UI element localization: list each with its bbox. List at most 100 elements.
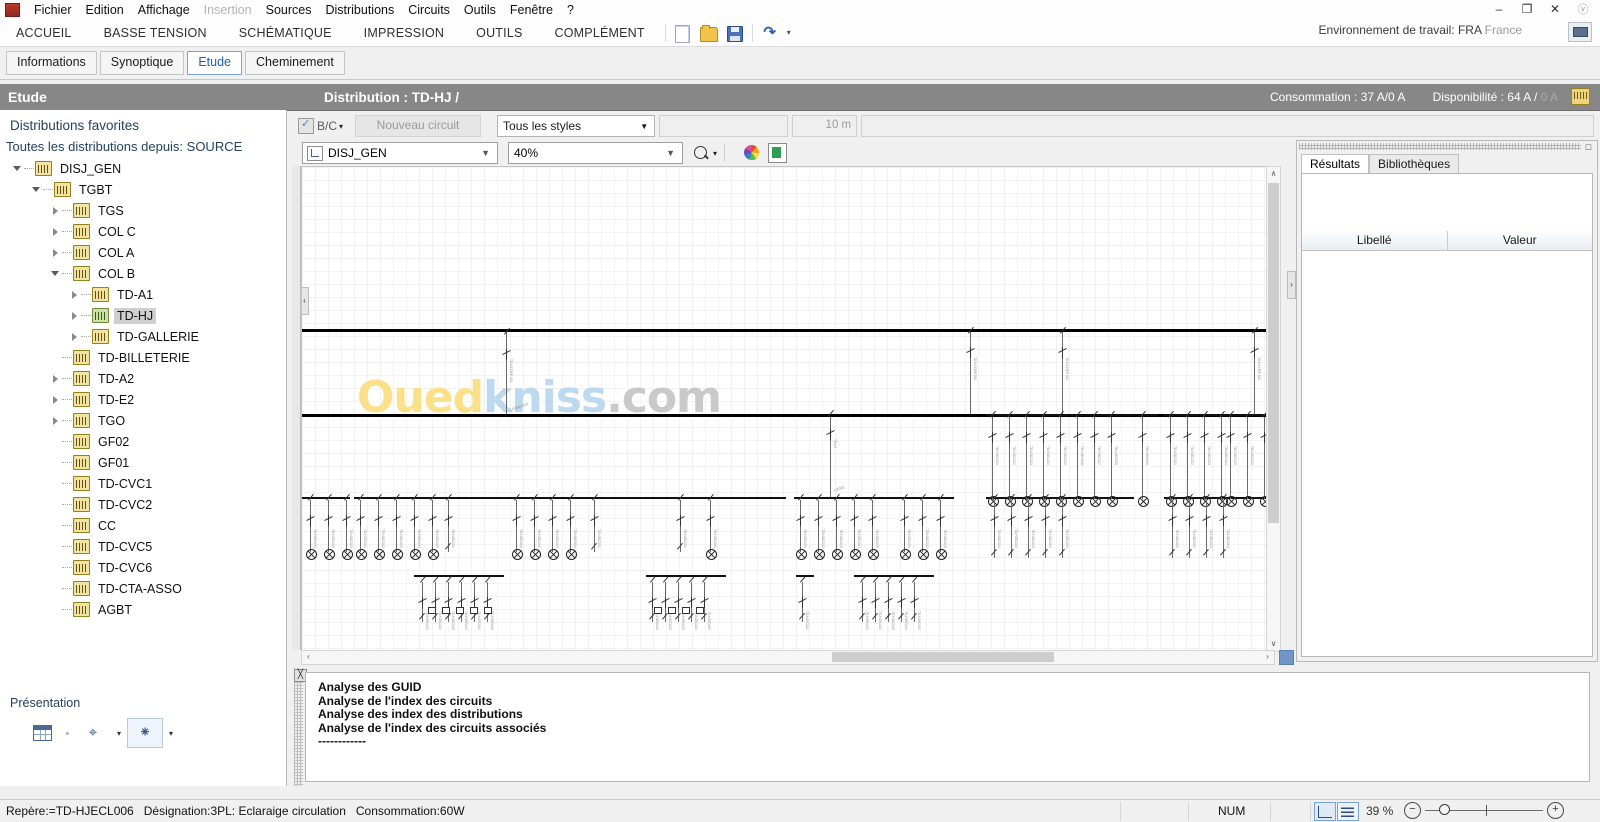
menu-distributions[interactable]: Distributions (318, 2, 401, 18)
tab-informations[interactable]: Informations (6, 51, 97, 75)
canvas-corner-box[interactable] (1279, 650, 1294, 665)
chevron-right-icon[interactable] (67, 305, 81, 326)
chevron-right-icon[interactable] (48, 389, 62, 410)
zoom-in-icon[interactable]: + (1547, 802, 1564, 819)
tree-item-col-a[interactable]: COL A (4, 242, 286, 263)
ribbon-tab-outils[interactable]: OUTILS (460, 20, 538, 46)
tree-item-td-cvc5[interactable]: TD-CVC5 (4, 536, 286, 557)
tree-layout-icon[interactable]: ⌖ (75, 718, 111, 748)
open-folder-icon[interactable] (698, 23, 720, 43)
menu-fichier[interactable]: Fichier (27, 2, 79, 18)
tree-item-td-a2[interactable]: TD-A2 (4, 368, 286, 389)
horizontal-scroll-thumb[interactable] (832, 652, 1054, 662)
tree-item-disj-gen[interactable]: DISJ_GEN (4, 158, 286, 179)
canvas-horizontal-scrollbar[interactable]: ‹ › (301, 650, 1275, 665)
length-field[interactable]: 10 m (792, 115, 858, 137)
overflow-caret-icon[interactable]: ▾ (783, 23, 795, 43)
table-view-icon[interactable] (24, 718, 60, 748)
chevron-down-icon[interactable] (29, 179, 43, 200)
tree-item-col-c[interactable]: COL C (4, 221, 286, 242)
zoom-select[interactable]: 40% ▼ (508, 142, 683, 164)
tree-item-tgbt[interactable]: TGBT (4, 179, 286, 200)
scroll-up-icon[interactable]: ∧ (1267, 167, 1280, 181)
help-icon[interactable]: ⓥ (1570, 0, 1596, 17)
tree-item-gf01[interactable]: GF01 (4, 452, 286, 473)
save-icon[interactable] (724, 23, 746, 43)
log-output[interactable]: Analyse des GUID Analyse de l'index des c… (305, 672, 1590, 782)
menu-help[interactable]: ? (560, 2, 581, 18)
align-layout-icon[interactable]: ⁕ (127, 718, 164, 748)
distribution-folder-icon[interactable] (1571, 88, 1590, 105)
left-splitter-handle[interactable]: ‹ (302, 287, 309, 315)
undo-icon[interactable]: ↷ (759, 23, 781, 43)
chevron-down-icon[interactable] (48, 263, 62, 284)
tab-resultats[interactable]: Résultats (1301, 154, 1370, 174)
style-select[interactable]: Tous les styles ▼ (497, 115, 656, 137)
ribbon-tab-complement[interactable]: COMPLÉMENT (539, 20, 661, 46)
scroll-right-icon[interactable]: › (1261, 651, 1274, 663)
scroll-down-icon[interactable]: ∨ (1267, 637, 1280, 651)
ribbon-tab-accueil[interactable]: ACCUEIL (0, 20, 88, 46)
chevron-right-icon[interactable] (48, 410, 62, 431)
chevron-right-icon[interactable] (48, 368, 62, 389)
tree-item-td-cta-asso[interactable]: TD-CTA-ASSO (4, 578, 286, 599)
text-field[interactable] (659, 115, 789, 137)
menu-sources[interactable]: Sources (259, 2, 319, 18)
scroll-left-icon[interactable]: ‹ (302, 651, 315, 663)
zoom-out-icon[interactable]: − (1404, 802, 1421, 819)
tree-item-tgo[interactable]: TGO (4, 410, 286, 431)
right-splitter-handle[interactable]: › (1287, 271, 1296, 299)
align-layout-caret-icon[interactable]: ▾ (169, 729, 173, 738)
menu-edition[interactable]: Edition (79, 2, 131, 18)
chevron-down-icon[interactable] (10, 158, 24, 179)
ribbon-tab-basse-tension[interactable]: BASSE TENSION (88, 20, 223, 46)
close-icon[interactable]: ✕ (1542, 0, 1568, 17)
menu-circuits[interactable]: Circuits (401, 2, 457, 18)
tree-item-td-a1[interactable]: TD-A1 (4, 284, 286, 305)
panel-drag-grip[interactable] (1299, 143, 1581, 150)
view-mode-list-icon[interactable] (1337, 802, 1359, 821)
workstation-icon[interactable] (1568, 22, 1592, 42)
minimize-icon[interactable]: – (1486, 0, 1512, 17)
view-mode-schematic-icon[interactable] (1314, 802, 1336, 821)
zoom-track[interactable] (1425, 803, 1543, 816)
tab-cheminement[interactable]: Cheminement (245, 51, 345, 75)
tree-item-td-cvc6[interactable]: TD-CVC6 (4, 557, 286, 578)
schematic-canvas[interactable]: Ouedkniss.com TD-HJ-DEP-001 U1000-R2V TD-H… (301, 166, 1275, 652)
chevron-right-icon[interactable] (67, 326, 81, 347)
tab-synoptique[interactable]: Synoptique (99, 51, 185, 75)
magnifier-icon[interactable] (691, 143, 711, 163)
menu-affichage[interactable]: Affichage (131, 2, 197, 18)
tree-layout-caret-icon[interactable]: ▾ (117, 729, 121, 738)
tree-item-gf02[interactable]: GF02 (4, 431, 286, 452)
wide-field[interactable] (861, 115, 1594, 137)
tree-item-td-billeterie[interactable]: TD-BILLETERIE (4, 347, 286, 368)
new-circuit-button[interactable]: Nouveau circuit (355, 115, 482, 137)
canvas-vertical-scrollbar[interactable]: ∧ ∨ (1266, 166, 1281, 652)
tree-item-td-cvc1[interactable]: TD-CVC1 (4, 473, 286, 494)
tree-item-td-gallerie[interactable]: TD-GALLERIE (4, 326, 286, 347)
tree-item-td-cvc2[interactable]: TD-CVC2 (4, 494, 286, 515)
new-document-icon[interactable] (672, 23, 694, 43)
distribution-select[interactable]: DISJ_GEN ▼ (302, 142, 498, 164)
magnifier-caret-icon[interactable]: ▾ (713, 149, 717, 158)
export-excel-icon[interactable] (768, 143, 788, 163)
ribbon-tab-schematique[interactable]: SCHÉMATIQUE (223, 20, 348, 46)
tree-item-col-b[interactable]: COL B (4, 263, 286, 284)
vertical-scroll-thumb[interactable] (1268, 183, 1279, 523)
tree-item-cc[interactable]: CC (4, 515, 286, 536)
tab-bibliotheques[interactable]: Bibliothèques (1369, 154, 1460, 174)
column-header-valeur[interactable]: Valeur (1446, 231, 1593, 250)
tree-item-tgs[interactable]: TGS (4, 200, 286, 221)
chevron-down-icon[interactable]: ▾ (339, 122, 343, 131)
tab-etude[interactable]: Etude (187, 51, 243, 75)
menu-fenetre[interactable]: Fenêtre (503, 2, 560, 18)
chevron-right-icon[interactable] (48, 242, 62, 263)
tree-item-td-hj[interactable]: TD-HJ (4, 305, 286, 326)
ribbon-tab-impression[interactable]: IMPRESSION (348, 20, 461, 46)
restore-icon[interactable]: ❐ (1514, 0, 1540, 17)
menu-outils[interactable]: Outils (457, 2, 503, 18)
palette-icon[interactable] (742, 144, 762, 162)
zoom-handle[interactable] (1439, 803, 1450, 815)
tree-item-agbt[interactable]: AGBT (4, 599, 286, 620)
